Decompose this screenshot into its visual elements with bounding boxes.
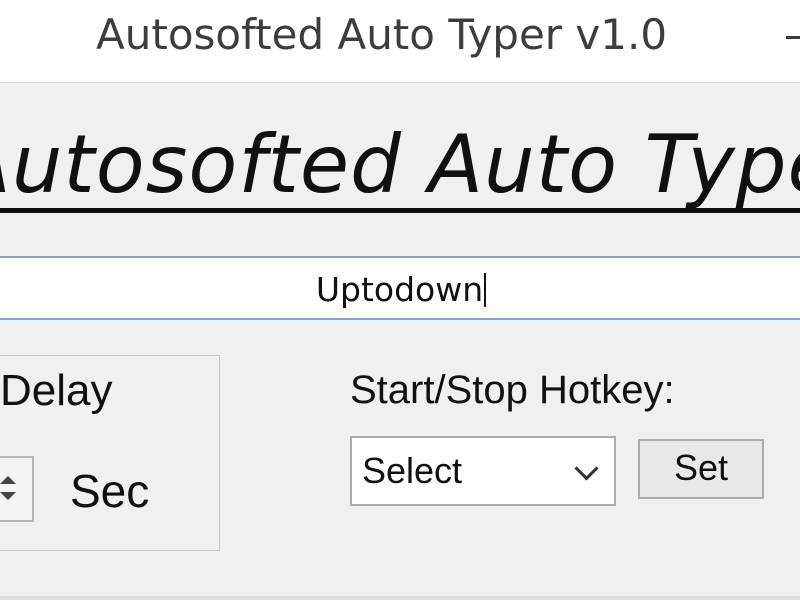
app-window: Autosofted Auto Typer v1.0 Autosofted Au…: [0, 0, 800, 600]
arrow-down-icon[interactable]: [0, 492, 16, 500]
title-bar[interactable]: Autosofted Auto Typer v1.0: [0, 0, 800, 82]
hotkey-select-value: Select: [362, 450, 463, 491]
window-bottom-edge: [0, 596, 800, 600]
text-to-type-input[interactable]: Uptodown: [0, 256, 800, 320]
set-hotkey-button[interactable]: Set: [638, 439, 764, 499]
app-banner: Autosofted Auto Typer: [0, 118, 800, 211]
delay-unit-label: Sec: [70, 465, 150, 517]
delay-label: Delay: [0, 366, 113, 415]
chevron-down-icon: [574, 456, 599, 481]
text-caret: [484, 273, 487, 307]
hotkey-label: Start/Stop Hotkey:: [350, 368, 675, 412]
text-to-type-value: Uptodown: [315, 270, 484, 309]
arrow-up-icon[interactable]: [0, 476, 16, 484]
banner-underline: [0, 208, 800, 213]
window-title: Autosofted Auto Typer v1.0: [96, 10, 668, 59]
minimize-icon[interactable]: [786, 36, 800, 39]
delay-spinner[interactable]: [0, 456, 34, 522]
hotkey-select[interactable]: Select: [350, 436, 616, 506]
